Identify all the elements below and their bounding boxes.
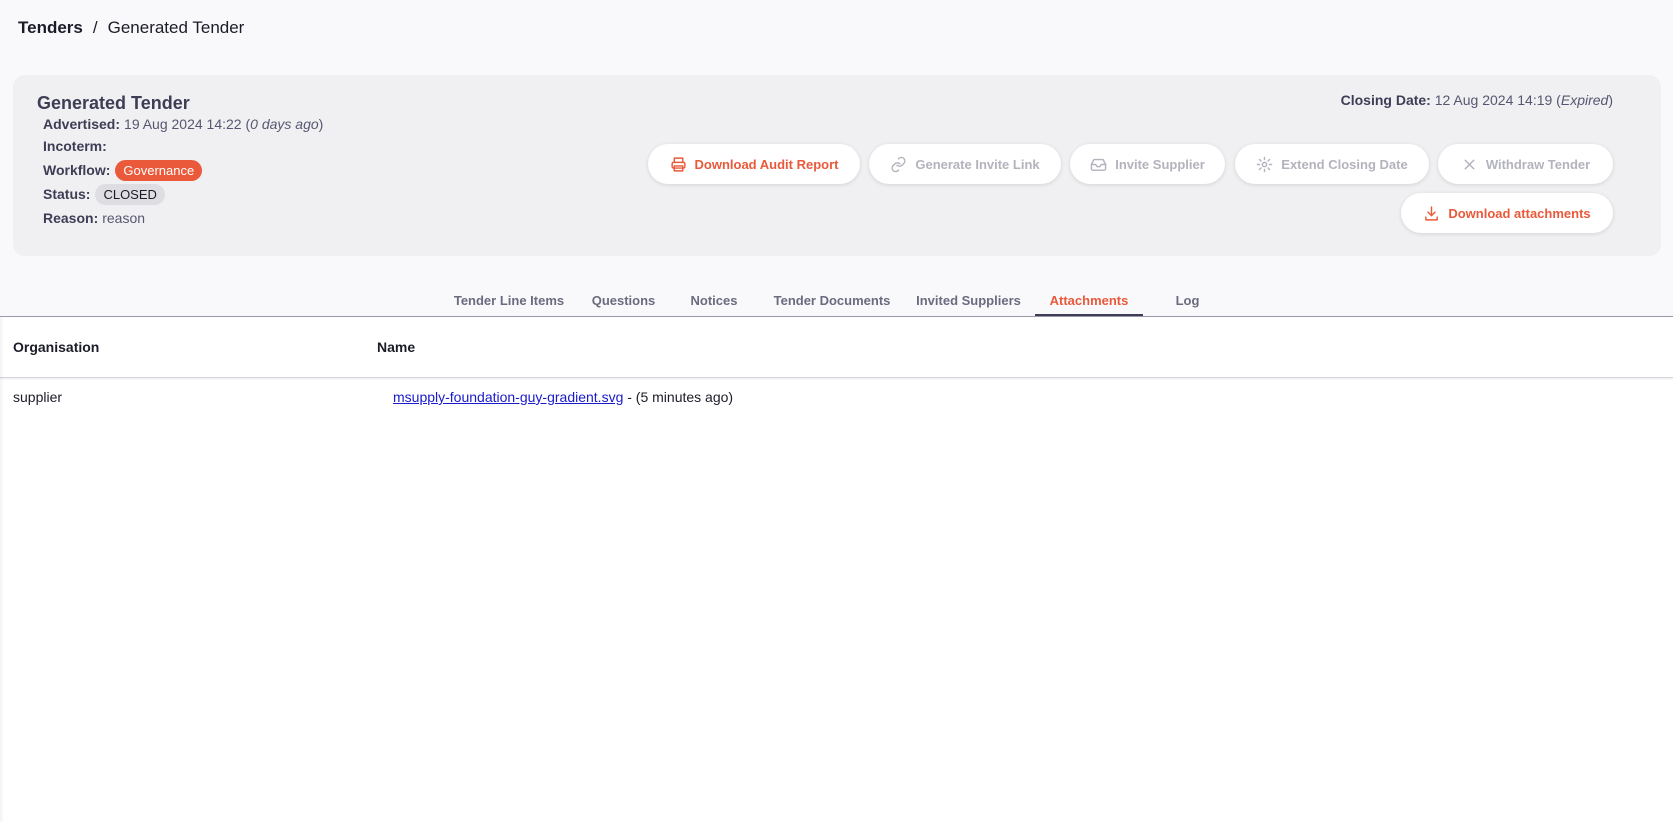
incoterm-row: Incoterm: xyxy=(43,135,111,157)
breadcrumb-current: Generated Tender xyxy=(107,18,245,37)
workflow-badge: Governance xyxy=(115,159,203,181)
row-attachment: msupply-foundation-guy-gradient.svg - (5… xyxy=(393,389,733,405)
attachments-table-header: Organisation Name xyxy=(0,317,1673,378)
left-edge-shadow xyxy=(0,317,4,822)
generate-invite-link-label: Generate Invite Link xyxy=(915,156,1040,172)
tab-invited-suppliers[interactable]: Invited Suppliers xyxy=(915,285,1022,316)
page-title: Generated Tender xyxy=(37,93,190,113)
advertised-relative: 0 days ago xyxy=(250,116,319,132)
withdraw-tender-button[interactable]: Withdraw Tender xyxy=(1438,144,1613,184)
column-header-name: Name xyxy=(377,339,416,355)
extend-closing-date-button[interactable]: Extend Closing Date xyxy=(1235,144,1429,184)
tab-notices[interactable]: Notices xyxy=(686,285,742,316)
download-audit-report-button[interactable]: Download Audit Report xyxy=(648,144,860,184)
download-icon xyxy=(1425,205,1439,221)
status-label: Status: xyxy=(43,186,91,202)
tender-summary-card: Generated Tender Advertised: 19 Aug 2024… xyxy=(13,75,1661,256)
reason-value: reason xyxy=(102,210,146,226)
generate-invite-link-button[interactable]: Generate Invite Link xyxy=(869,144,1061,184)
link-icon xyxy=(891,156,906,172)
status-row: Status: CLOSED xyxy=(43,183,165,205)
workflow-label: Workflow: xyxy=(43,162,111,178)
workflow-row: Workflow: Governance xyxy=(43,159,203,181)
tab-tender-line-items[interactable]: Tender Line Items xyxy=(452,285,566,316)
tab-tender-documents[interactable]: Tender Documents xyxy=(772,285,892,316)
closing-date: Closing Date: 12 Aug 2024 14:19 (Expired… xyxy=(1340,92,1613,108)
download-attachments-button[interactable]: Download attachments xyxy=(1401,193,1613,233)
gear-icon xyxy=(1256,156,1273,172)
download-audit-report-label: Download Audit Report xyxy=(694,156,839,172)
attachment-uploaded-time: - (5 minutes ago) xyxy=(623,389,734,405)
advertised-date: 19 Aug 2024 14:22 xyxy=(124,116,242,132)
breadcrumb-separator: / xyxy=(92,18,98,37)
breadcrumb-tenders-link[interactable]: Tenders xyxy=(18,18,83,38)
reason-label: Reason: xyxy=(43,210,99,226)
withdraw-tender-label: Withdraw Tender xyxy=(1485,156,1591,172)
invite-supplier-label: Invite Supplier xyxy=(1115,156,1205,172)
tab-bar: Tender Line Items Questions Notices Tend… xyxy=(0,285,1673,318)
close-icon xyxy=(1464,159,1475,169)
closing-date-state: Expired xyxy=(1560,92,1609,108)
invite-supplier-button[interactable]: Invite Supplier xyxy=(1070,144,1225,184)
column-header-organisation: Organisation xyxy=(13,339,100,355)
advertised-row: Advertised: 19 Aug 2024 14:22 (0 days ag… xyxy=(43,116,324,132)
closing-date-label: Closing Date: xyxy=(1340,92,1431,108)
inbox-icon xyxy=(1090,158,1107,171)
row-organisation: supplier xyxy=(13,389,63,405)
tab-questions[interactable]: Questions xyxy=(587,285,660,316)
attachment-file-link[interactable]: msupply-foundation-guy-gradient.svg xyxy=(393,389,623,405)
closing-date-value: 12 Aug 2024 14:19 xyxy=(1434,92,1553,108)
extend-closing-date-label: Extend Closing Date xyxy=(1281,156,1408,172)
tab-attachments[interactable]: Attachments xyxy=(1035,285,1143,317)
printer-icon xyxy=(670,156,686,172)
status-badge: CLOSED xyxy=(95,183,165,205)
advertised-label: Advertised: xyxy=(43,116,121,132)
incoterm-label: Incoterm: xyxy=(43,138,107,154)
tab-log[interactable]: Log xyxy=(1170,285,1205,316)
breadcrumb: Tenders / Generated Tender xyxy=(18,18,244,38)
download-attachments-label: Download attachments xyxy=(1448,205,1591,221)
reason-row: Reason: reason xyxy=(43,207,145,229)
